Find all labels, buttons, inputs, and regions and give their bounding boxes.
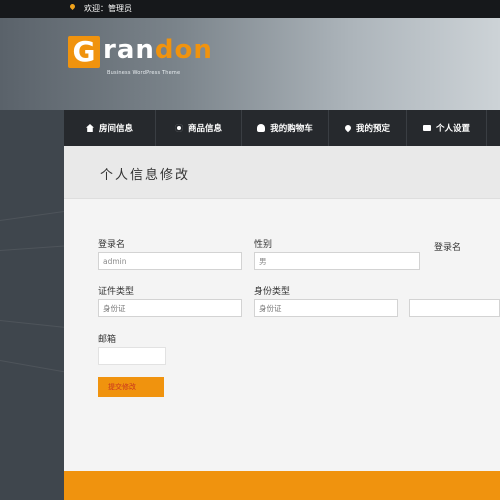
extra-field-input[interactable] xyxy=(409,299,500,317)
logo-text-accent: don xyxy=(154,35,213,65)
logo-tagline: Business WordPress Theme xyxy=(107,70,181,76)
nav-item-label: 个人设置 xyxy=(435,124,470,134)
logo-text[interactable]: randon xyxy=(103,35,213,65)
logo-text-main: ran xyxy=(103,35,155,65)
login-name-label: 登录名 xyxy=(98,240,126,250)
nav-item-bookings[interactable]: 我的预定 xyxy=(329,110,407,146)
email-input[interactable] xyxy=(98,347,166,365)
gender-input[interactable] xyxy=(254,252,420,270)
nav-item-label: 我的预定 xyxy=(355,124,390,134)
id-type-input[interactable] xyxy=(254,299,398,317)
nav-item-label: 房间信息 xyxy=(98,124,133,134)
login-name-input[interactable] xyxy=(98,252,242,270)
briefcase-icon xyxy=(422,125,431,131)
background-streak xyxy=(0,360,70,374)
page-title: 个人信息修改 xyxy=(100,168,191,183)
nav-item-label: 我的购物车 xyxy=(270,124,313,134)
nav-item-rooms[interactable]: 房间信息 xyxy=(64,110,156,146)
id-type-label: 身份类型 xyxy=(254,287,291,297)
nav-item-settings[interactable]: 个人设置 xyxy=(407,110,487,146)
cert-type-input[interactable] xyxy=(98,299,242,317)
logo-mark[interactable]: G xyxy=(68,36,100,68)
background-streak xyxy=(0,245,70,251)
gender-label: 性别 xyxy=(254,240,273,250)
user-icon xyxy=(257,124,266,132)
nav-item-cart[interactable]: 我的购物车 xyxy=(242,110,329,146)
gear-icon xyxy=(174,124,183,132)
location-pin-icon xyxy=(68,2,77,11)
login-name-input-2[interactable] xyxy=(434,252,500,270)
submit-button[interactable]: 提交修改 xyxy=(98,377,164,397)
top-bar: 欢迎：管理员 xyxy=(0,0,500,19)
cert-type-label: 证件类型 xyxy=(98,287,135,297)
home-icon xyxy=(85,124,94,132)
nav-item-products[interactable]: 商品信息 xyxy=(156,110,242,146)
background-streak xyxy=(0,210,70,221)
welcome-text: 欢迎：管理员 xyxy=(84,4,132,13)
panel-header: 个人信息修改 xyxy=(64,146,500,199)
pin-icon xyxy=(343,123,353,133)
background-streak xyxy=(0,320,70,329)
email-label: 邮箱 xyxy=(98,335,117,345)
main-nav: 房间信息 商品信息 我的购物车 我的预定 个人设置 xyxy=(64,110,500,146)
footer-bar xyxy=(64,471,500,500)
nav-item-label: 商品信息 xyxy=(187,124,222,134)
